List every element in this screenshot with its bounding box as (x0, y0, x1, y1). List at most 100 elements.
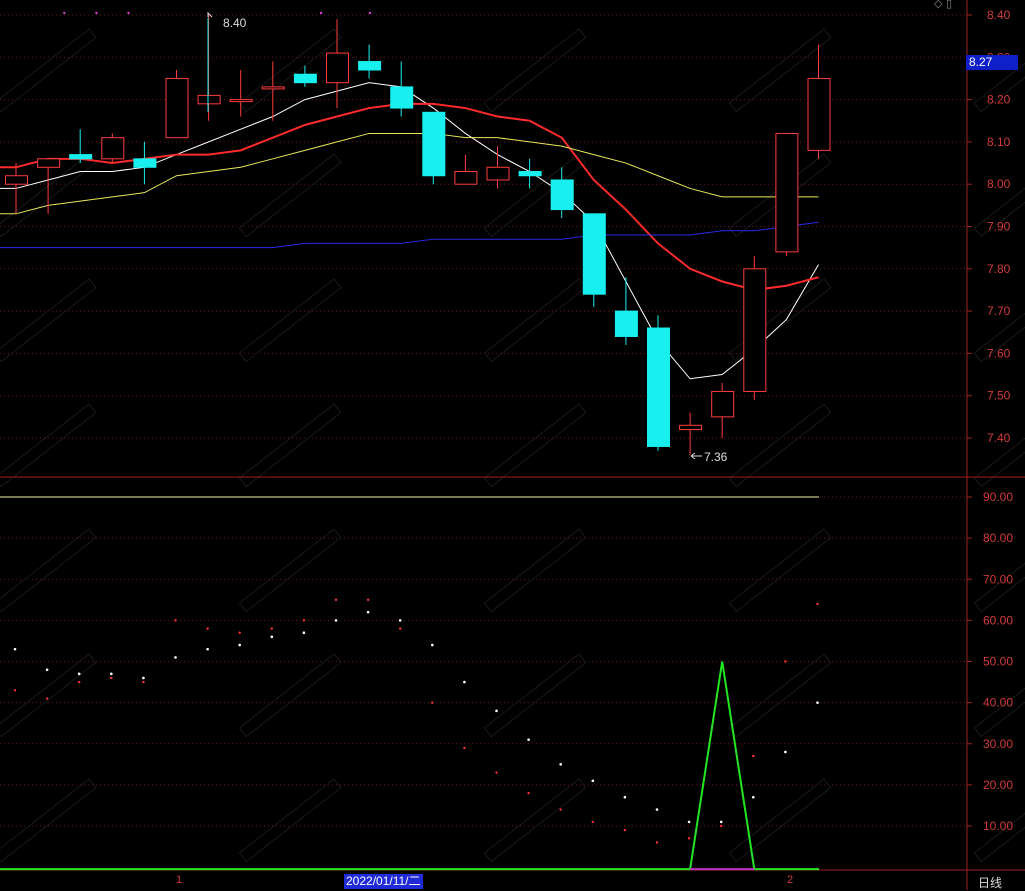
watermark-tile (238, 153, 342, 238)
candle-body (582, 213, 606, 295)
white-dot (752, 795, 755, 799)
watermark-tile (238, 778, 342, 863)
watermark-mark (238, 153, 342, 238)
candlestick (807, 44, 831, 159)
watermark-mark (973, 403, 1025, 488)
candlestick (679, 412, 703, 455)
indicator-tick-label: 20.00 (983, 778, 1013, 792)
white-dot (655, 808, 659, 811)
top-marker (95, 11, 98, 15)
watermark-mark (0, 278, 97, 363)
red-dot (752, 754, 755, 758)
red-dot (142, 680, 145, 684)
low-annotation: 7.36 (704, 450, 728, 464)
candlestick (422, 111, 446, 185)
watermark-tile (0, 403, 97, 488)
white-dot (142, 676, 145, 680)
watermark-mark (238, 528, 342, 613)
white-dot (270, 635, 274, 639)
watermark-tile (728, 528, 832, 613)
red-dot (206, 627, 209, 630)
watermark-tile (483, 778, 587, 863)
white-dot (559, 763, 562, 766)
candle-body (261, 86, 285, 90)
red-dot (45, 697, 49, 700)
candlestick (647, 315, 670, 451)
price-tick-label: 8.00 (987, 177, 1011, 191)
watermark-tile (483, 528, 587, 613)
candlestick (582, 213, 606, 307)
watermark-mark (238, 778, 342, 863)
candlestick (197, 15, 221, 121)
candlestick (518, 158, 542, 189)
candle-body (358, 61, 382, 71)
watermark-mark (483, 653, 587, 738)
white-dot (687, 820, 691, 824)
watermark-mark (483, 278, 587, 363)
price-tick-label: 8.20 (987, 93, 1011, 107)
candlestick (775, 132, 799, 257)
white-dot (366, 610, 370, 614)
white-dot (302, 631, 306, 635)
date-cursor-label: 2022/01/11/二 (344, 874, 423, 889)
candle-body (326, 52, 349, 84)
right-axis: 8.408.308.208.108.007.907.807.707.607.50… (967, 8, 1013, 833)
moving-average-line (0, 82, 819, 380)
moving-average-line (0, 221, 819, 249)
candle-body (775, 132, 799, 253)
period-label[interactable]: 日线 (978, 874, 1002, 891)
indicator-tick-label: 30.00 (983, 737, 1013, 751)
red-dot (463, 746, 466, 750)
white-dot (77, 672, 81, 676)
moving-average-line (0, 102, 819, 291)
watermark-tile (0, 528, 97, 613)
candle-body (743, 268, 767, 392)
watermark-mark (0, 28, 97, 113)
indicator-pane[interactable] (0, 496, 819, 871)
watermark-mark (483, 528, 587, 613)
red-dot (623, 828, 627, 832)
white-dot (463, 680, 466, 684)
red-dot (78, 680, 81, 684)
watermark-mark (483, 403, 587, 488)
candle-body (101, 137, 125, 160)
price-tick-label: 7.70 (987, 304, 1011, 318)
watermark-tile (0, 653, 97, 738)
red-dot (334, 598, 338, 602)
low-arrow-icon (690, 452, 702, 460)
top-marker (127, 11, 130, 15)
watermark-mark (0, 528, 97, 613)
candle-body (711, 390, 735, 418)
price-tick-label: 7.90 (987, 220, 1011, 234)
watermark-tile (238, 278, 342, 363)
white-dot (110, 672, 113, 676)
price-pane[interactable] (0, 11, 831, 460)
watermark-mark (238, 403, 342, 488)
white-dot (591, 779, 595, 783)
candle-body (293, 73, 317, 84)
red-dot (784, 660, 787, 663)
white-dot (719, 820, 723, 824)
indicator-tick-label: 10.00 (983, 819, 1013, 833)
red-dot (655, 841, 659, 844)
candle-body (550, 179, 574, 211)
watermark-tile (483, 403, 587, 488)
watermark-mark (483, 778, 587, 863)
red-dot (238, 631, 241, 634)
red-dot (302, 619, 306, 622)
watermark-tile (973, 403, 1025, 488)
white-dot (334, 619, 338, 622)
white-dot (174, 656, 177, 659)
stock-chart[interactable]: 8.408.308.208.108.007.907.807.707.607.50… (0, 0, 1025, 890)
indicator-tick-label: 50.00 (983, 655, 1013, 669)
diamond-icon[interactable]: ◇ ▯ (934, 0, 952, 10)
white-dot (623, 795, 627, 799)
watermark-tile (238, 403, 342, 488)
candlestick (358, 44, 382, 79)
watermark-tile (238, 528, 342, 613)
watermark-mark (483, 28, 587, 113)
candlestick (69, 129, 93, 164)
candlestick (101, 133, 125, 164)
red-dot (687, 837, 691, 840)
watermark-mark (728, 528, 832, 613)
